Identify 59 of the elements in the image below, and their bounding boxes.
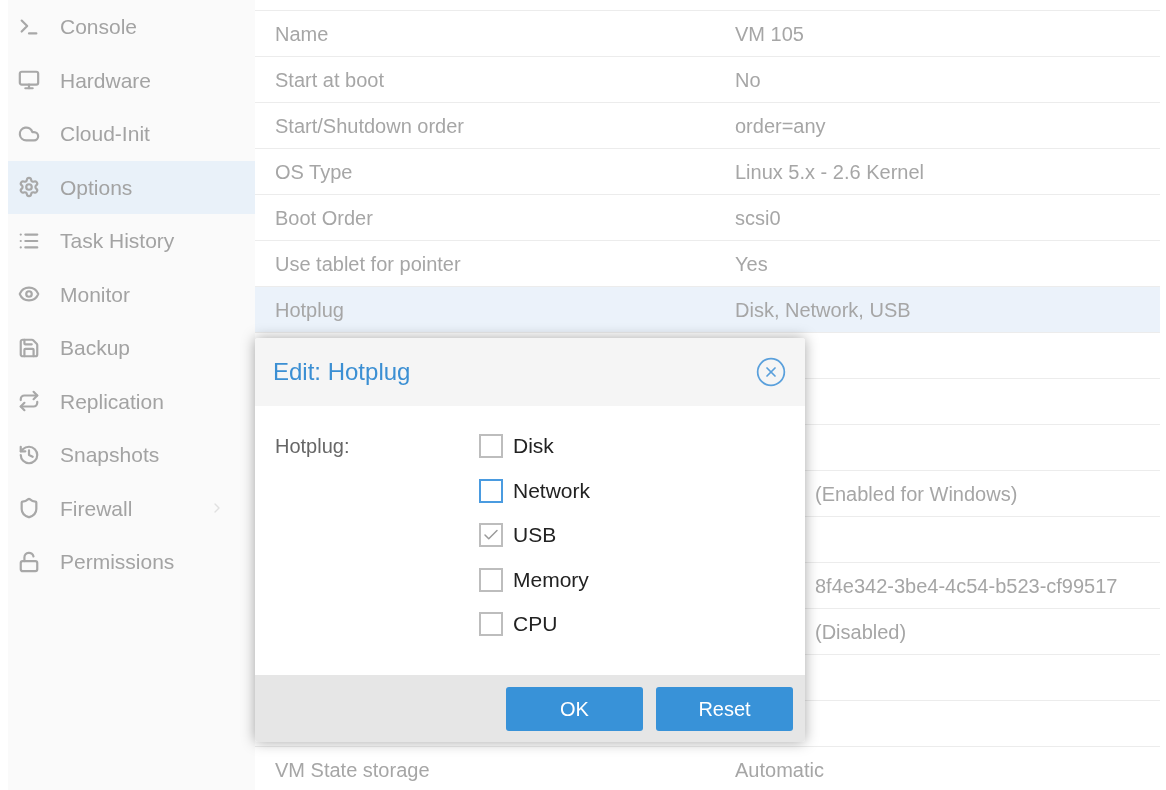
sidebar-icon [18, 550, 40, 573]
option-name: Start at boot [275, 68, 384, 91]
sidebar-item[interactable]: Cloud-Init [8, 107, 255, 161]
option-value: VM 105 [735, 22, 804, 45]
checkbox[interactable] [479, 612, 503, 636]
option-value: (Enabled for Windows) [815, 482, 1018, 505]
option-name: Start/Shutdown order [275, 114, 464, 137]
checkbox-label: Network [513, 477, 591, 504]
sidebar-item[interactable]: Task History [8, 214, 255, 268]
field-label: Hotplug: [275, 434, 351, 459]
sidebar-item[interactable]: Firewall [8, 481, 255, 535]
dialog-title: Edit: Hotplug [273, 357, 411, 387]
option-value: Disk, Network, USB [735, 298, 911, 321]
sidebar-item[interactable]: Hardware [8, 53, 255, 107]
option-name: OS Type [275, 160, 353, 183]
sidebar-item[interactable]: Snapshots [8, 428, 255, 482]
reset-button[interactable]: Reset [656, 686, 793, 731]
grid-row[interactable]: Boot Order scsi0 [255, 194, 1160, 240]
checkbox[interactable] [479, 523, 503, 547]
option-name: Boot Order [275, 206, 373, 229]
sidebar-item[interactable]: Monitor [8, 267, 255, 321]
sidebar-item[interactable]: Options [8, 160, 255, 214]
checkbox-label: USB [513, 522, 557, 549]
sidebar-icon [18, 443, 40, 466]
grid-row[interactable]: Hotplug Disk, Network, USB [255, 286, 1160, 332]
checkbox[interactable] [479, 567, 503, 592]
grid-row[interactable]: Name VM 105 [255, 10, 1160, 56]
option-value: No [735, 68, 761, 91]
option-name: Name [275, 22, 329, 45]
checkbox[interactable] [479, 478, 503, 503]
grid-row[interactable]: VM State storage Automatic [255, 746, 1160, 790]
option-value: order=any [735, 114, 826, 137]
sidebar-item[interactable]: Console [8, 0, 255, 54]
grid-row[interactable]: OS Type Linux 5.x - 2.6 Kernel [255, 148, 1160, 194]
checkbox-label: Disk [513, 433, 554, 460]
sidebar-icon [18, 69, 40, 92]
grid-row[interactable]: Start at boot No [255, 56, 1160, 102]
option-value: Automatic [735, 758, 824, 781]
sidebar-icon [18, 497, 40, 520]
sidebar-icon [18, 390, 40, 413]
ok-button[interactable]: OK [506, 686, 643, 731]
checkbox[interactable] [479, 434, 503, 458]
option-value: scsi0 [735, 206, 781, 229]
grid-row[interactable]: Start/Shutdown order order=any [255, 102, 1160, 148]
option-name: Use tablet for pointer [275, 252, 461, 275]
sidebar-item[interactable]: Backup [8, 321, 255, 375]
sidebar-item[interactable]: Permissions [8, 535, 255, 589]
checkbox-label: CPU [513, 611, 558, 638]
option-value: Yes [735, 252, 768, 275]
option-name: Hotplug [275, 298, 344, 321]
checkbox-label: Memory [513, 566, 589, 593]
option-name: VM State storage [275, 758, 430, 781]
sidebar-icon [18, 176, 40, 199]
option-value: 8f4e342-3be4-4c54-b523-cf99517 [815, 574, 1118, 597]
sidebar-icon [18, 336, 40, 359]
option-value: (Disabled) [815, 620, 907, 643]
option-value: Linux 5.x - 2.6 Kernel [735, 160, 924, 183]
close-icon[interactable] [755, 356, 787, 388]
sidebar-item[interactable]: Replication [8, 374, 255, 428]
